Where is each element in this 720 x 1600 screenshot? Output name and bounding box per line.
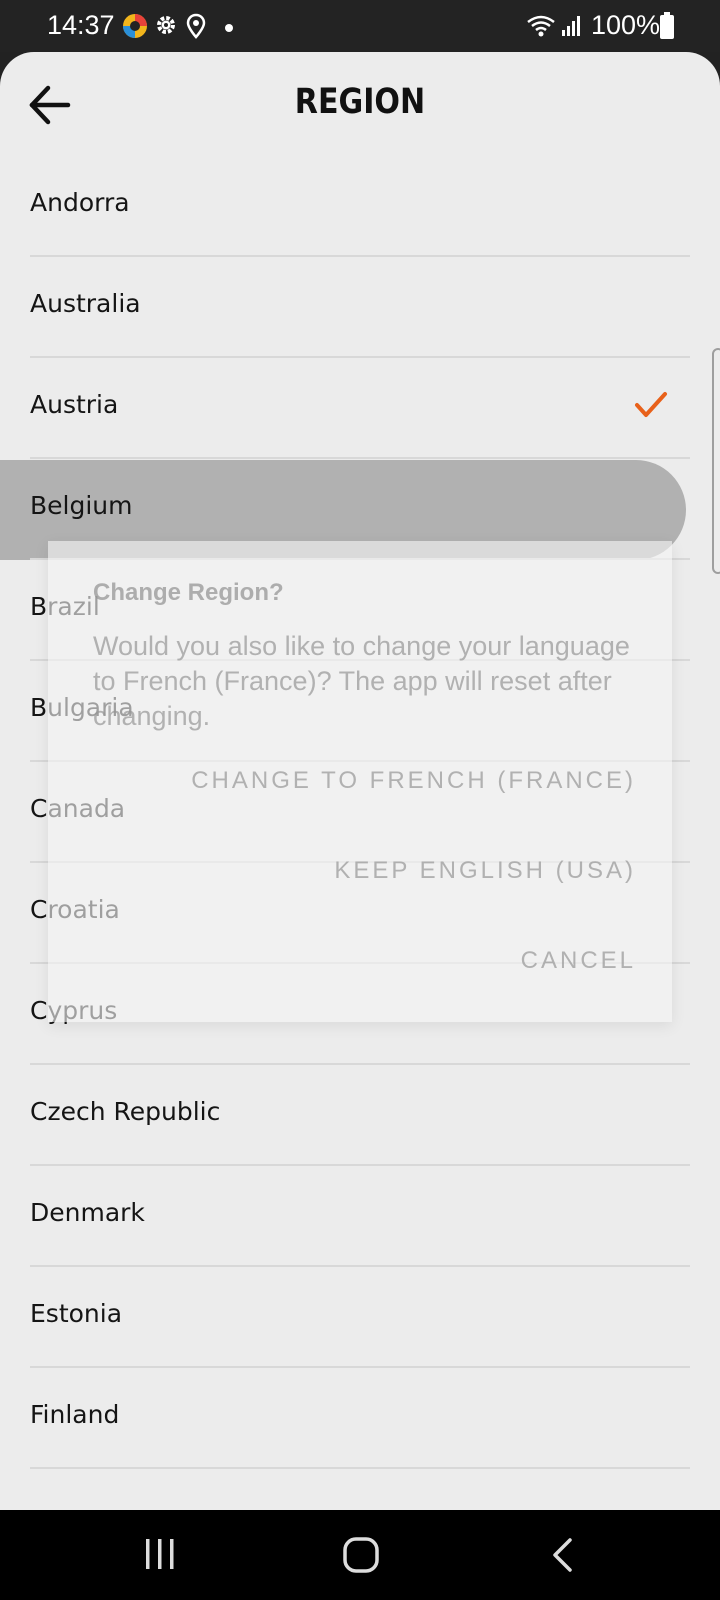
- recent-apps-icon: [146, 1539, 174, 1569]
- region-label: Austria: [30, 390, 119, 419]
- region-label: Estonia: [30, 1299, 123, 1328]
- battery-icon: [659, 12, 675, 45]
- region-label: Andorra: [30, 188, 130, 217]
- keep-language-button[interactable]: KEEP ENGLISH (USA): [334, 857, 636, 885]
- location-icon: [186, 13, 206, 44]
- region-label: Finland: [30, 1400, 120, 1429]
- region-item[interactable]: Denmark: [0, 1166, 720, 1267]
- dialog-message: Would you also like to change your langu…: [93, 631, 630, 731]
- region-item[interactable]: Czech Republic: [0, 1065, 720, 1166]
- dialog-title: Change Region?: [93, 579, 284, 606]
- top-app-bar: REGION: [0, 52, 720, 156]
- back-nav-button[interactable]: [548, 1536, 576, 1579]
- status-time: 14:37: [47, 10, 115, 40]
- region-item[interactable]: Andorra: [0, 156, 720, 257]
- cancel-button[interactable]: CANCEL: [521, 947, 636, 975]
- region-item[interactable]: Australia: [0, 257, 720, 358]
- region-label: Belgium: [30, 491, 133, 520]
- system-nav-bar: [0, 1510, 720, 1600]
- scrollbar-thumb[interactable]: [712, 348, 720, 574]
- change-language-button[interactable]: CHANGE TO FRENCH (FRANCE): [191, 767, 636, 795]
- region-label: Denmark: [30, 1198, 145, 1227]
- back-chevron-icon: [553, 1538, 572, 1572]
- signal-icon: [560, 14, 584, 43]
- divider: [30, 1467, 690, 1469]
- checkmark-icon: [634, 390, 668, 425]
- home-icon: [343, 1537, 379, 1573]
- region-label: Czech Republic: [30, 1097, 221, 1126]
- region-item-selected[interactable]: Austria: [0, 358, 720, 459]
- settings-icon: [154, 13, 178, 42]
- recent-apps-button[interactable]: [143, 1536, 177, 1577]
- dot-icon: [224, 20, 234, 38]
- page-title: REGION: [294, 82, 426, 122]
- region-item[interactable]: Finland: [0, 1368, 720, 1469]
- region-label: Australia: [30, 289, 141, 318]
- region-item[interactable]: Estonia: [0, 1267, 720, 1368]
- battery-percent: 100%: [591, 10, 661, 40]
- home-button[interactable]: [342, 1536, 380, 1579]
- wifi-icon: [526, 14, 556, 43]
- status-bar: 14:37 100%: [0, 0, 720, 52]
- app-notification-icon: [122, 13, 148, 44]
- change-region-dialog: Change Region? Would you also like to ch…: [48, 541, 672, 1022]
